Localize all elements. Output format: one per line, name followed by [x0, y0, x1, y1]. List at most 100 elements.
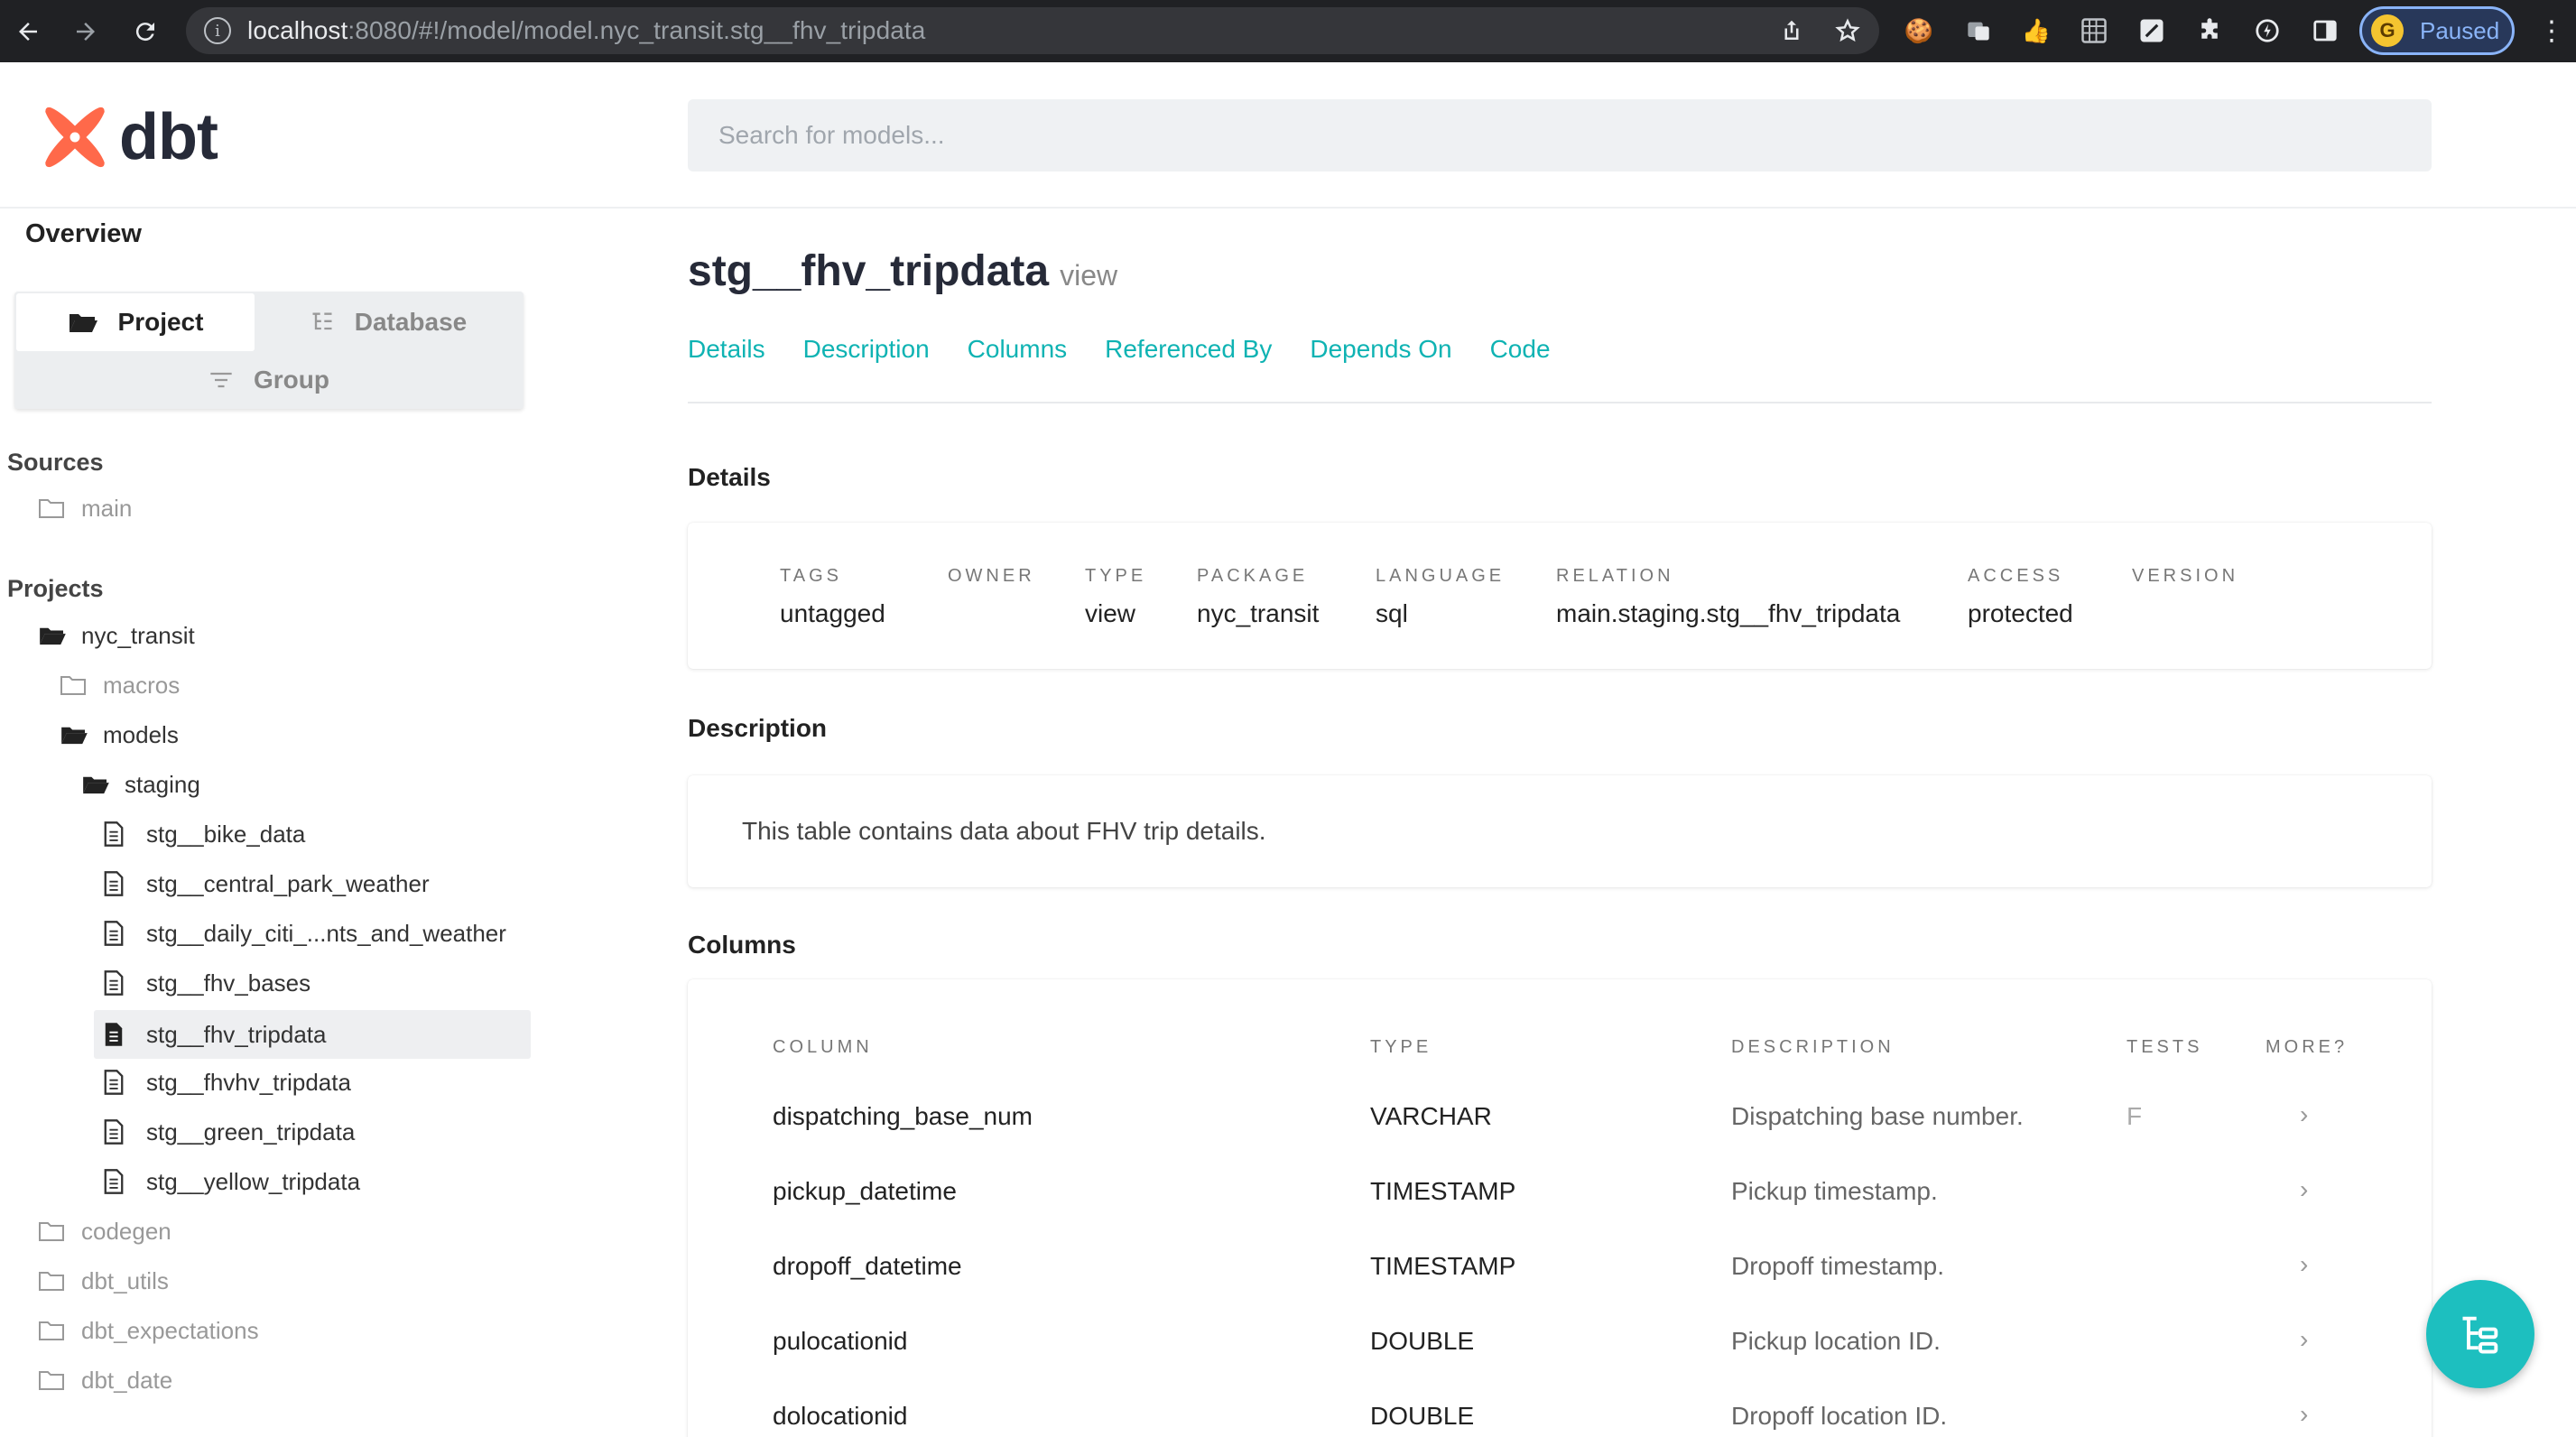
folder-icon [39, 1272, 64, 1291]
forward-button[interactable] [60, 0, 112, 62]
bookmark-star-icon[interactable] [1834, 17, 1861, 44]
meta-access: ACCESS protected [1968, 566, 2073, 628]
chevron-right-icon[interactable]: › [2300, 1250, 2308, 1279]
chevron-right-icon[interactable]: › [2300, 1175, 2308, 1204]
meta-version: VERSION [2132, 566, 2238, 599]
tab-group[interactable]: Group [16, 351, 522, 409]
tree-item-model[interactable]: stg__central_park_weather [103, 861, 531, 906]
puzzle-extensions-icon[interactable] [2193, 14, 2226, 47]
grid-extension-icon[interactable] [2078, 14, 2110, 47]
description-card: This table contains data about FHV trip … [688, 775, 2432, 887]
projects-heading: Projects [7, 575, 104, 602]
brand-wordmark: dbt [119, 101, 218, 173]
dbt-logo[interactable]: dbt [40, 100, 218, 174]
column-name: dolocationid [773, 1402, 908, 1430]
meta-key: LANGUAGE [1376, 566, 1506, 586]
tree-item-label: stg__yellow_tripdata [146, 1167, 361, 1195]
tree-item-model[interactable]: stg__yellow_tripdata [103, 1159, 531, 1204]
tab-description[interactable]: Description [803, 335, 930, 364]
pen-extension-icon[interactable] [2136, 14, 2168, 47]
tree-item-package[interactable]: codegen [38, 1209, 171, 1254]
tree-item-label: stg__fhv_tripdata [146, 1020, 327, 1048]
tree-item-package[interactable]: dbt_date [38, 1358, 172, 1403]
tab-depends-on[interactable]: Depends On [1310, 335, 1451, 364]
column-header: TESTS [2127, 1037, 2203, 1057]
app-header: dbt [0, 62, 2576, 209]
meta-key: RELATION [1556, 566, 1674, 586]
back-button[interactable] [2, 0, 54, 62]
tree-item-label: macros [103, 671, 181, 699]
tree-item-label: dbt_expectations [81, 1316, 259, 1344]
meta-type: TYPE view [1085, 566, 1146, 628]
tab-project[interactable]: Project [16, 293, 255, 351]
folder-icon [39, 1321, 64, 1340]
tree-item-label: stg__green_tripdata [146, 1117, 356, 1145]
cookie-extension-icon[interactable]: 🍪 [1903, 14, 1935, 47]
tab-details[interactable]: Details [688, 335, 765, 364]
lineage-icon [2462, 1316, 2498, 1354]
tree-item-label: nyc_transit [81, 621, 195, 649]
profile-status: Paused [2420, 16, 2500, 44]
tree-item-package[interactable]: dbt_expectations [38, 1308, 259, 1353]
tab-project-label: Project [117, 308, 204, 336]
extension-translate-icon[interactable] [1962, 14, 1995, 47]
tree-item-model[interactable]: stg__bike_data [103, 811, 531, 857]
tree-item-label: stg__central_park_weather [146, 869, 430, 897]
side-panel-icon[interactable] [2309, 14, 2341, 47]
tree-item-label: codegen [81, 1217, 171, 1245]
meta-relation: RELATION main.staging.stg__fhv_tripdata [1556, 566, 1900, 628]
overview-link[interactable]: Overview [25, 219, 142, 249]
tree-item-model[interactable]: stg__fhvhv_tripdata [103, 1060, 531, 1105]
chevron-right-icon[interactable]: › [2300, 1100, 2308, 1129]
chevron-right-icon[interactable]: › [2300, 1400, 2308, 1429]
tree-item-label: stg__fhvhv_tripdata [146, 1068, 351, 1096]
column-name: dropoff_datetime [773, 1252, 962, 1280]
chevron-right-icon[interactable]: › [2300, 1325, 2308, 1354]
column-description: Dropoff timestamp. [1731, 1252, 1945, 1280]
file-icon [104, 821, 124, 847]
column-name: pickup_datetime [773, 1177, 957, 1205]
details-card: TAGS untagged OWNER TYPE view PACKAGE ny… [688, 523, 2432, 669]
search-input[interactable] [688, 99, 2432, 172]
meta-value: nyc_transit [1197, 599, 1320, 627]
tree-item-models[interactable]: models [60, 712, 179, 757]
performance-icon[interactable] [2251, 14, 2284, 47]
reload-button[interactable] [119, 0, 171, 62]
meta-package: PACKAGE nyc_transit [1197, 566, 1319, 628]
browser-toolbar: i localhost:8080/#!/model/model.nyc_tran… [0, 0, 2576, 62]
tree-item-label: stg__fhv_bases [146, 969, 311, 997]
tab-referenced-by[interactable]: Referenced By [1105, 335, 1272, 364]
folder-open-icon [61, 727, 88, 745]
profile-button[interactable]: G Paused [2359, 6, 2515, 55]
tree-item-model-selected[interactable]: stg__fhv_tripdata [94, 1010, 531, 1059]
tree-item-model[interactable]: stg__green_tripdata [103, 1109, 531, 1154]
tree-item-staging[interactable]: staging [81, 762, 200, 807]
column-type: TIMESTAMP [1370, 1252, 1516, 1280]
folder-open-icon [40, 627, 66, 645]
details-heading: Details [688, 463, 771, 491]
tree-item-macros[interactable]: macros [60, 663, 180, 708]
tree-item-source-main[interactable]: main [38, 486, 132, 531]
arrow-right-icon [77, 22, 95, 41]
tab-code[interactable]: Code [1490, 335, 1551, 364]
tree-item-project[interactable]: nyc_transit [38, 613, 195, 658]
columns-card: COLUMN TYPE DESCRIPTION TESTS MORE? disp… [688, 979, 2432, 1437]
lineage-graph-button[interactable] [2426, 1280, 2534, 1388]
tree-item-model[interactable]: stg__fhv_bases [103, 960, 531, 1006]
tree-item-model[interactable]: stg__daily_citi_...nts_and_weather [103, 911, 531, 956]
tab-group-label: Group [254, 366, 329, 394]
thumbs-up-extension-icon[interactable]: 👍 [2020, 14, 2052, 47]
site-info-icon[interactable]: i [204, 17, 231, 44]
tree-item-label: dbt_utils [81, 1266, 169, 1294]
meta-key: TAGS [780, 566, 842, 586]
tree-item-label: dbt_date [81, 1366, 173, 1394]
meta-value: main.staging.stg__fhv_tripdata [1556, 599, 1901, 627]
folder-open-icon [83, 776, 109, 794]
tab-database[interactable]: Database [255, 293, 522, 351]
address-bar[interactable]: i localhost:8080/#!/model/model.nyc_tran… [186, 7, 1879, 54]
tree-item-package[interactable]: dbt_utils [38, 1258, 169, 1303]
folder-icon [39, 499, 64, 518]
tab-columns[interactable]: Columns [968, 335, 1067, 364]
share-icon[interactable] [1778, 17, 1805, 44]
browser-menu-icon[interactable]: ⋮ [2538, 16, 2565, 47]
